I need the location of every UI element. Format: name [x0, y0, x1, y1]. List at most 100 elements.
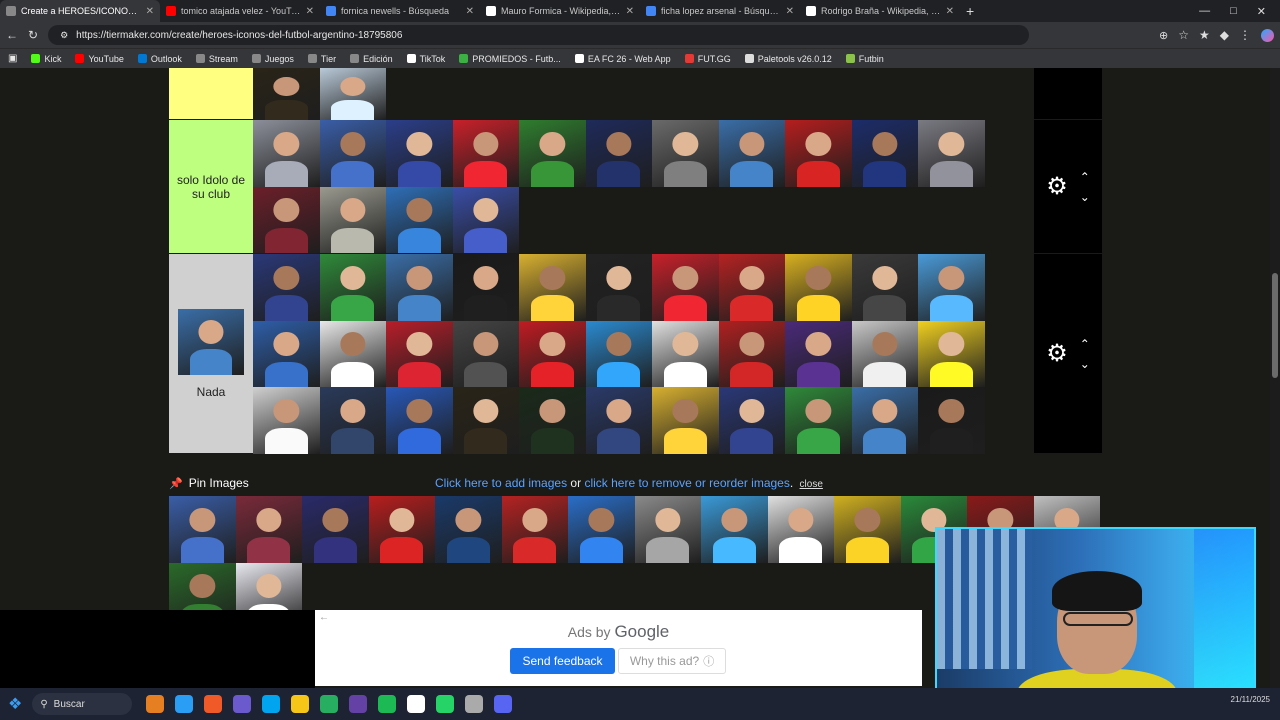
tier-player-image[interactable]	[851, 254, 918, 321]
tier-player-image[interactable]	[718, 387, 785, 454]
tab-close-icon[interactable]: ✕	[626, 6, 634, 17]
menu-icon[interactable]: ⋮	[1239, 28, 1251, 42]
tier-player-image[interactable]	[652, 254, 719, 321]
tier-label[interactable]: Nada	[169, 254, 253, 453]
tier-player-image[interactable]	[851, 387, 918, 454]
tab-close-icon[interactable]: ✕	[306, 6, 314, 17]
tier-player-image[interactable]	[851, 120, 918, 187]
add-images-link[interactable]: Click here to add images	[435, 476, 567, 490]
scrollbar-thumb[interactable]	[1272, 273, 1278, 378]
bookmark-item[interactable]: PROMIEDOS - Futb...	[459, 54, 561, 64]
tier-player-image[interactable]	[519, 320, 586, 387]
taskbar-app-icon[interactable]	[233, 695, 252, 713]
tier-player-image[interactable]	[718, 320, 785, 387]
chevron-up-icon[interactable]: ⌃	[1080, 338, 1090, 350]
chevron-down-icon[interactable]: ⌄	[1080, 358, 1090, 370]
tab-1[interactable]: tomico atajada velez - YouTube ✕	[160, 0, 320, 22]
tab-0[interactable]: Create a HEROES/ICONOS del FU ✕	[0, 0, 160, 22]
tier-player-image[interactable]	[253, 120, 320, 187]
remove-reorder-link[interactable]: click here to remove or reorder images	[584, 476, 789, 490]
url-field[interactable]: ⚙ https://tiermaker.com/create/heroes-ic…	[48, 25, 1030, 45]
tier-player-image[interactable]	[386, 320, 453, 387]
tab-2[interactable]: fornica newells - Búsqueda ✕	[320, 0, 480, 22]
taskbar-app-icon[interactable]	[291, 695, 310, 713]
pool-player-image[interactable]	[435, 496, 502, 563]
taskbar-app-icon[interactable]	[175, 695, 194, 713]
tier-player-image[interactable]	[585, 387, 652, 454]
taskbar-app-icon[interactable]	[378, 695, 397, 713]
bookmark-item[interactable]: Tier	[307, 54, 336, 64]
tier-player-image[interactable]	[452, 320, 519, 387]
bookmark-item[interactable]: Outlook	[137, 54, 182, 64]
bookmark-item[interactable]: Paletools v26.0.12	[744, 54, 832, 64]
tier-player-image[interactable]	[386, 186, 453, 253]
tier-player-image[interactable]	[718, 120, 785, 187]
maximize-icon[interactable]: □	[1230, 5, 1237, 17]
tier-player-image[interactable]	[386, 254, 453, 321]
tier-player-image[interactable]	[319, 320, 386, 387]
taskbar-app-icon[interactable]	[349, 695, 368, 713]
tier-player-image[interactable]	[319, 68, 386, 120]
pool-player-image[interactable]	[834, 496, 901, 563]
tier-player-image[interactable]	[386, 387, 453, 454]
pool-player-image[interactable]	[169, 496, 236, 563]
tier-player-image[interactable]	[319, 186, 386, 253]
send-feedback-button[interactable]: Send feedback	[510, 648, 615, 674]
tier-player-image[interactable]	[851, 320, 918, 387]
pool-player-image[interactable]	[568, 496, 635, 563]
taskbar-app-icon[interactable]	[320, 695, 339, 713]
tier-player-image[interactable]	[253, 186, 320, 253]
reload-icon[interactable]: ↻	[28, 28, 38, 42]
tier-player-image[interactable]	[652, 120, 719, 187]
gear-icon[interactable]: ⚙	[1046, 341, 1068, 366]
tier-player-image[interactable]	[652, 387, 719, 454]
taskbar-app-icon[interactable]	[146, 695, 165, 713]
taskbar-search[interactable]: ⚲ Buscar	[32, 693, 133, 715]
tier-player-image[interactable]	[519, 120, 586, 187]
tier-player-image[interactable]	[452, 254, 519, 321]
tier-player-image[interactable]	[319, 120, 386, 187]
tier-player-image[interactable]	[718, 254, 785, 321]
tier-player-image[interactable]	[585, 254, 652, 321]
bookmark-item[interactable]: Juegos	[251, 54, 294, 64]
tier-player-image[interactable]	[519, 387, 586, 454]
pool-player-image[interactable]	[767, 496, 834, 563]
pool-player-image[interactable]	[235, 496, 302, 563]
tab-3[interactable]: Mauro Formica - Wikipedia, la enc ✕	[480, 0, 640, 22]
tier-player-image[interactable]	[452, 120, 519, 187]
close-window-icon[interactable]: ✕	[1257, 5, 1266, 18]
bookmark-item[interactable]: Stream	[195, 54, 238, 64]
minimize-icon[interactable]: —	[1199, 5, 1210, 17]
bookmark-item[interactable]: TikTok	[406, 54, 445, 64]
pool-player-image[interactable]	[501, 496, 568, 563]
back-icon[interactable]: ←	[6, 28, 18, 42]
tier-player-image[interactable]	[918, 254, 985, 321]
tier-player-image[interactable]	[785, 320, 852, 387]
tier-player-image[interactable]	[386, 120, 453, 187]
tier-label-player-image[interactable]	[178, 308, 244, 375]
tier-player-image[interactable]	[785, 120, 852, 187]
taskbar-app-icon[interactable]	[204, 695, 223, 713]
tab-close-icon[interactable]: ✕	[146, 6, 154, 17]
chevron-up-icon[interactable]: ⌃	[1080, 171, 1090, 183]
tier-player-image[interactable]	[785, 254, 852, 321]
tier-player-image[interactable]	[253, 387, 320, 454]
pool-player-image[interactable]	[634, 496, 701, 563]
tier-player-image[interactable]	[253, 68, 320, 120]
bookmark-item[interactable]: FUT.GG	[684, 54, 731, 64]
tier-player-image[interactable]	[918, 387, 985, 454]
gear-icon[interactable]: ⚙	[1046, 174, 1068, 199]
taskbar-app-icon[interactable]	[465, 695, 484, 713]
tier-player-image[interactable]	[253, 254, 320, 321]
taskbar-app-icon[interactable]	[407, 695, 426, 713]
why-this-ad-button[interactable]: Why this ad? ⓘ	[618, 648, 726, 674]
site-info-icon[interactable]: ⚙	[60, 30, 68, 41]
tab-4[interactable]: ficha lopez arsenal - Búsqueda ✕	[640, 0, 800, 22]
taskbar-app-icon[interactable]	[494, 695, 513, 713]
tier-player-image[interactable]	[785, 387, 852, 454]
pool-player-image[interactable]	[302, 496, 369, 563]
bookmark-item[interactable]: YouTube	[75, 54, 124, 64]
tier-player-image[interactable]	[452, 186, 519, 253]
chevron-down-icon[interactable]: ⌄	[1080, 191, 1090, 203]
bookmark-item[interactable]: Edición	[350, 54, 393, 64]
